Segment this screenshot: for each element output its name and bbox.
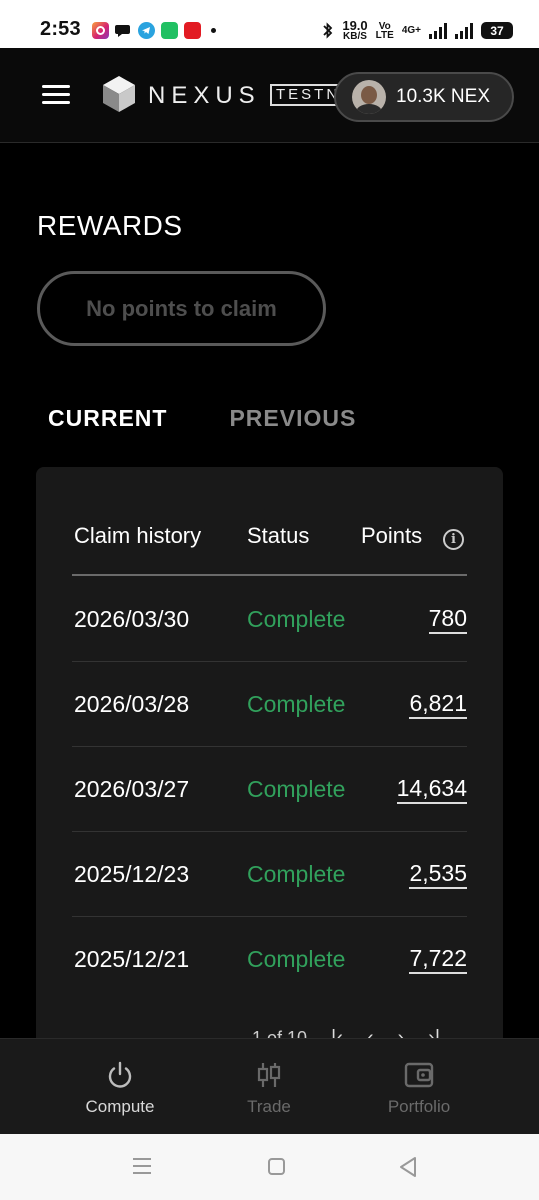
- status-bar: 2:53 19.0 KB/S Vo LTE 4G+ 37: [0, 0, 539, 48]
- recent-apps-icon[interactable]: [133, 1158, 151, 1179]
- balance-label: 10.3K NEX: [396, 86, 490, 107]
- menu-icon[interactable]: [42, 85, 70, 105]
- nav-label: Portfolio: [387, 1097, 451, 1116]
- table-row: 2026/03/28 Complete 6,821: [72, 662, 467, 747]
- candlestick-icon: [256, 1059, 282, 1091]
- bluetooth-icon: [323, 22, 333, 39]
- claim-date: 2025/12/21: [74, 946, 190, 972]
- claim-button[interactable]: No points to claim: [37, 271, 326, 346]
- nav-compute[interactable]: Compute: [50, 1039, 190, 1135]
- claim-points-link[interactable]: 7,722: [409, 946, 467, 974]
- nav-label: Compute: [85, 1097, 155, 1116]
- nav-portfolio[interactable]: Portfolio: [349, 1039, 489, 1135]
- table-row: 2025/12/23 Complete 2,535: [72, 832, 467, 917]
- nexus-logo-icon: [103, 76, 135, 112]
- clock: 2:53: [40, 18, 81, 40]
- claim-date: 2026/03/28: [74, 691, 190, 717]
- claim-points-link[interactable]: 780: [428, 606, 467, 634]
- table-header: Claim history Status Points: [72, 523, 467, 576]
- column-header-points: Points: [361, 523, 423, 548]
- chat-bubble-icon: [115, 22, 132, 39]
- claim-date: 2026/03/30: [74, 606, 190, 632]
- wallet-balance-button[interactable]: 10.3K NEX: [334, 72, 514, 122]
- back-icon[interactable]: [398, 1156, 418, 1178]
- signal-strength-2-icon: [455, 22, 473, 39]
- telegram-icon: [138, 22, 155, 39]
- bottom-navigation: Compute Trade Portfolio: [0, 1038, 539, 1134]
- avatar: [352, 80, 386, 114]
- claim-status: Complete: [247, 691, 346, 717]
- claim-points-link[interactable]: 2,535: [409, 861, 467, 889]
- column-header-claim-history: Claim history: [74, 523, 202, 548]
- more-notifications-icon: [211, 28, 216, 33]
- claim-date: 2025/12/23: [74, 861, 190, 887]
- network-speed: 19.0 KB/S: [342, 18, 368, 42]
- battery-icon: 37: [481, 22, 513, 39]
- claim-status: Complete: [247, 606, 346, 632]
- table-row: 2026/03/30 Complete 780: [72, 577, 467, 662]
- claim-status: Complete: [247, 861, 346, 887]
- claim-points-link[interactable]: 6,821: [409, 691, 467, 719]
- info-icon[interactable]: i: [443, 529, 464, 550]
- instagram-icon: [92, 22, 109, 39]
- tab-current[interactable]: CURRENT: [48, 405, 167, 432]
- notification-icons: [92, 22, 216, 39]
- whatsapp-business-icon: [161, 22, 178, 39]
- claim-date: 2026/03/27: [74, 776, 190, 802]
- table-row: 2025/12/21 Complete 7,722: [72, 917, 467, 1002]
- brand-name: NEXUS: [148, 82, 261, 109]
- table-row: 2026/03/27 Complete 14,634: [72, 747, 467, 832]
- column-header-status: Status: [247, 523, 310, 548]
- home-icon[interactable]: [268, 1158, 285, 1175]
- nav-trade[interactable]: Trade: [199, 1039, 339, 1135]
- nav-label: Trade: [247, 1097, 291, 1116]
- page-title: REWARDS: [37, 210, 183, 241]
- environment-badge: TESTNET: [270, 84, 340, 106]
- app-header: NEXUS TESTNET 10.3K NEX: [0, 48, 539, 143]
- power-icon: [105, 1059, 135, 1091]
- system-navigation-bar: [0, 1134, 539, 1200]
- app-notification-icon: [184, 22, 201, 39]
- system-indicators: 19.0 KB/S Vo LTE 4G+ 37: [322, 18, 513, 42]
- signal-strength-1-icon: [429, 22, 447, 39]
- volte-indicator: Vo LTE: [375, 20, 394, 41]
- claim-status: Complete: [247, 776, 346, 802]
- claim-history-card: Claim history Status Points i 2026/03/30…: [36, 467, 503, 1087]
- network-type: 4G+: [401, 25, 421, 36]
- tab-previous[interactable]: PREVIOUS: [229, 405, 356, 432]
- claim-points-link[interactable]: 14,634: [396, 776, 467, 804]
- claim-status: Complete: [247, 946, 346, 972]
- wallet-icon: [404, 1059, 434, 1091]
- rewards-tabs: CURRENT PREVIOUS: [48, 405, 356, 432]
